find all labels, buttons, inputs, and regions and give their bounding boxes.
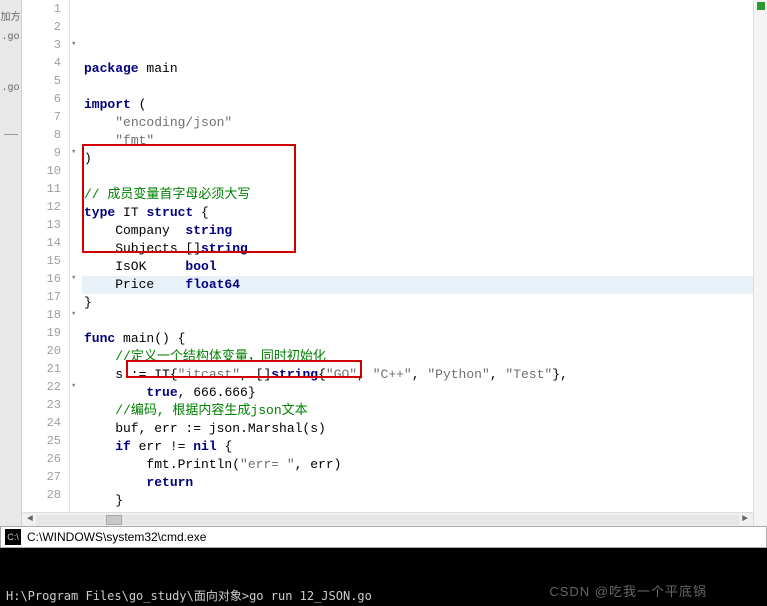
code-line[interactable]: // 成员变量首字母必须大写 — [82, 186, 753, 204]
code-line[interactable] — [82, 78, 753, 96]
code-line[interactable]: package main — [82, 60, 753, 78]
line-number: 2 — [22, 18, 61, 36]
fold-toggle-icon[interactable]: ▾ — [71, 273, 76, 283]
fold-toggle-icon[interactable]: ▾ — [71, 147, 76, 157]
fold-toggle-icon[interactable]: ▾ — [71, 39, 76, 49]
code-line[interactable]: } — [82, 294, 753, 312]
code-line[interactable]: s := IT{"itcast", []string{"GO", "C++", … — [82, 366, 753, 384]
line-number-gutter: 1234567891011121314151617181920212223242… — [22, 0, 70, 512]
fold-toggle-icon[interactable]: ▾ — [71, 309, 76, 319]
line-number: 10 — [22, 162, 61, 180]
line-number: 14 — [22, 234, 61, 252]
status-marker-icon — [757, 2, 765, 10]
code-line[interactable]: func main() { — [82, 330, 753, 348]
line-number: 1 — [22, 0, 61, 18]
line-number: 24 — [22, 414, 61, 432]
sidebar-divider — [4, 134, 18, 135]
terminal-line: H:\Program Files\go_study\面向对象>go run 12… — [6, 588, 761, 604]
code-line[interactable]: import ( — [82, 96, 753, 114]
sidebar-item: 加方 — [1, 8, 21, 24]
line-number: 28 — [22, 486, 61, 504]
line-number: 20 — [22, 342, 61, 360]
code-line[interactable]: } — [82, 492, 753, 510]
code-line[interactable]: //定义一个结构体变量，同时初始化 — [82, 348, 753, 366]
vertical-scrollbar[interactable] — [753, 0, 767, 526]
line-number: 9 — [22, 144, 61, 162]
code-line[interactable]: //编码, 根据内容生成json文本 — [82, 402, 753, 420]
code-line[interactable] — [82, 312, 753, 330]
code-line[interactable]: true, 666.666} — [82, 384, 753, 402]
code-line[interactable]: buf, err := json.Marshal(s) — [82, 420, 753, 438]
fold-toggle-icon[interactable]: ▾ — [71, 381, 76, 391]
line-number: 25 — [22, 432, 61, 450]
line-number: 6 — [22, 90, 61, 108]
line-number: 18 — [22, 306, 61, 324]
code-line[interactable]: Subjects []string — [82, 240, 753, 258]
line-number: 12 — [22, 198, 61, 216]
terminal-titlebar[interactable]: C:\ C:\WINDOWS\system32\cmd.exe — [0, 526, 767, 548]
code-line[interactable]: type IT struct { — [82, 204, 753, 222]
line-number: 17 — [22, 288, 61, 306]
line-number: 3 — [22, 36, 61, 54]
scroll-left-arrow-icon[interactable]: ◄ — [24, 514, 36, 526]
line-number: 15 — [22, 252, 61, 270]
fold-gutter[interactable]: ▾ ▾ ▾ ▾ ▾ — [70, 0, 82, 512]
scrollbar-thumb[interactable] — [106, 515, 122, 525]
code-line[interactable]: fmt.Println("err= ", err) — [82, 456, 753, 474]
horizontal-scrollbar[interactable]: ◄ ► — [22, 512, 753, 526]
code-line[interactable]: "fmt" — [82, 132, 753, 150]
code-line[interactable]: Price float64 — [82, 276, 753, 294]
left-sidebar: 加方 .go .go — [0, 0, 22, 526]
code-line[interactable]: Company string — [82, 222, 753, 240]
line-number: 22 — [22, 378, 61, 396]
terminal-output[interactable]: H:\Program Files\go_study\面向对象>go run 12… — [0, 548, 767, 606]
line-number: 5 — [22, 72, 61, 90]
sidebar-item: .go — [1, 32, 19, 43]
line-number: 19 — [22, 324, 61, 342]
line-number: 21 — [22, 360, 61, 378]
code-line[interactable]: fmt.Println("buf= ", string(buf)) — [82, 510, 753, 512]
scroll-right-arrow-icon[interactable]: ► — [739, 514, 751, 526]
code-line[interactable]: if err != nil { — [82, 438, 753, 456]
line-number: 8 — [22, 126, 61, 144]
line-number: 23 — [22, 396, 61, 414]
code-content[interactable]: package main import ( "encoding/json" "f… — [82, 0, 753, 512]
line-number: 4 — [22, 54, 61, 72]
terminal-title-text: C:\WINDOWS\system32\cmd.exe — [27, 530, 206, 544]
scrollbar-track[interactable] — [36, 515, 739, 525]
line-number: 16 — [22, 270, 61, 288]
line-number: 26 — [22, 450, 61, 468]
cmd-icon: C:\ — [5, 529, 21, 545]
code-editor[interactable]: 1234567891011121314151617181920212223242… — [22, 0, 753, 526]
line-number: 7 — [22, 108, 61, 126]
code-line[interactable]: "encoding/json" — [82, 114, 753, 132]
code-line[interactable]: ) — [82, 150, 753, 168]
line-number: 11 — [22, 180, 61, 198]
line-number: 13 — [22, 216, 61, 234]
line-number: 27 — [22, 468, 61, 486]
code-line[interactable]: IsOK bool — [82, 258, 753, 276]
code-line[interactable]: return — [82, 474, 753, 492]
sidebar-item: .go — [1, 83, 19, 94]
code-line[interactable] — [82, 168, 753, 186]
